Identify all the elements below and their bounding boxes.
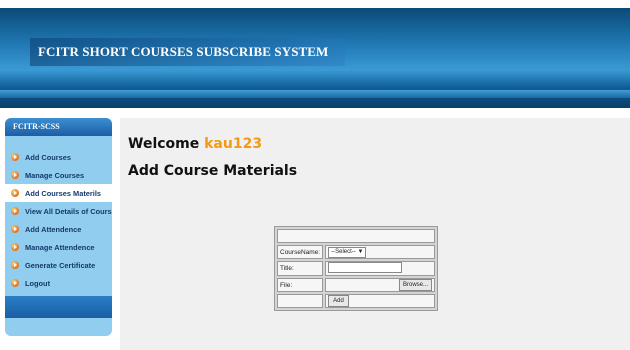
username: kau123: [204, 136, 263, 152]
sidebar-item-manage-attendence[interactable]: Manage Attendence: [5, 238, 112, 256]
site-title: FCITR SHORT COURSES SUBSCRIBE SYSTEM: [38, 44, 329, 59]
header-band: [0, 90, 630, 98]
course-select-cell: --Select-- ▼: [325, 245, 435, 259]
course-name-label: CourseName:: [277, 245, 324, 259]
welcome-label: Welcome: [128, 136, 200, 152]
sidebar-item-label: Logout: [25, 278, 51, 288]
title-label: Title:: [277, 261, 324, 276]
sidebar-item-label: Manage Courses: [25, 170, 85, 180]
arrow-bullet-icon: [11, 171, 19, 179]
sidebar-item-label: Add Courses Materils: [25, 188, 101, 198]
sidebar-item-add-attendence[interactable]: Add Attendence: [5, 220, 112, 238]
sidebar-item-label: Manage Attendence: [25, 242, 95, 252]
empty-cell: [277, 294, 324, 308]
arrow-bullet-icon: [11, 189, 19, 197]
sidebar-footer-band: [5, 296, 112, 318]
add-button[interactable]: Add: [328, 295, 349, 307]
file-input-cell: Browse...: [325, 278, 435, 292]
sidebar-item-generate-certificate[interactable]: Generate Certificate: [5, 256, 112, 274]
sidebar-item-label: Add Attendence: [25, 224, 82, 234]
sidebar-item-label: Generate Certificate: [25, 260, 96, 270]
arrow-bullet-icon: [11, 243, 19, 251]
page-title: Add Course Materials: [128, 163, 298, 179]
file-label: File:: [277, 278, 324, 292]
arrow-bullet-icon: [11, 261, 19, 269]
sidebar-item-add-course-materials[interactable]: Add Courses Materils: [5, 184, 112, 202]
sidebar-item-view-course-details[interactable]: View All Details of Courses: [5, 202, 112, 220]
main-content: Welcome kau123 Add Course Materials Cour…: [120, 118, 630, 350]
sidebar: FCITR-SCSS Add Courses Manage Courses Ad…: [5, 118, 112, 336]
welcome-message: Welcome kau123: [128, 136, 262, 152]
title-input[interactable]: [328, 262, 403, 273]
arrow-bullet-icon: [11, 153, 19, 161]
sidebar-nav: Add Courses Manage Courses Add Courses M…: [5, 148, 112, 292]
sidebar-item-label: Add Courses: [25, 152, 71, 162]
arrow-bullet-icon: [11, 279, 19, 287]
arrow-bullet-icon: [11, 225, 19, 233]
browse-button[interactable]: Browse...: [398, 279, 432, 291]
arrow-bullet-icon: [11, 207, 19, 215]
course-material-form: CourseName: --Select-- ▼ Title: File: Br…: [274, 226, 438, 311]
course-select-value: --Select--: [331, 248, 356, 255]
chevron-down-icon: ▼: [357, 248, 364, 255]
sidebar-item-label: View All Details of Courses: [25, 206, 112, 216]
sidebar-item-manage-courses[interactable]: Manage Courses: [5, 166, 112, 184]
course-select[interactable]: --Select-- ▼: [328, 246, 367, 258]
sidebar-item-add-courses[interactable]: Add Courses: [5, 148, 112, 166]
submit-cell: Add: [325, 294, 435, 308]
form-header-row: [277, 229, 435, 243]
site-header: FCITR SHORT COURSES SUBSCRIBE SYSTEM: [0, 8, 630, 108]
title-input-cell: [325, 261, 435, 276]
sidebar-item-logout[interactable]: Logout: [5, 274, 112, 292]
sidebar-title: FCITR-SCSS: [5, 118, 112, 136]
